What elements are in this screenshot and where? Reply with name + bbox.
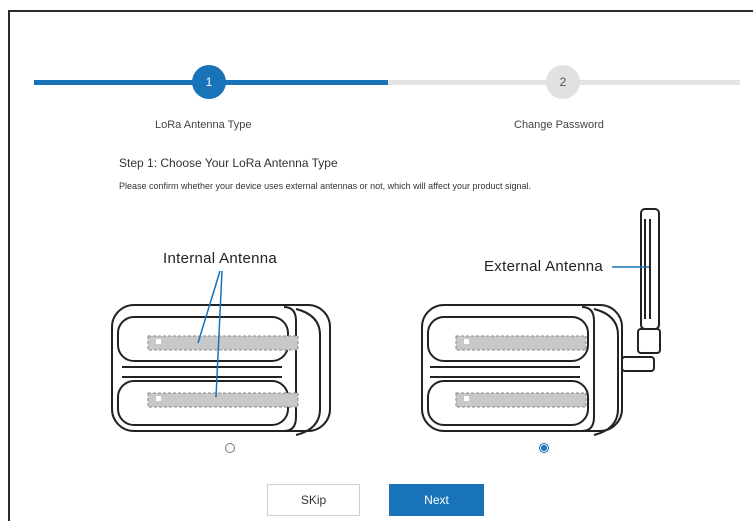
antenna-dot [464,396,469,401]
step-1-label: LoRa Antenna Type [155,119,252,131]
callout-line [197,270,221,344]
external-antenna-label: External Antenna [484,258,604,275]
step-description: Please confirm whether your device uses … [119,181,532,191]
step-2-label: Change Password [514,119,604,131]
antenna-joint [637,328,661,354]
antenna-connector [621,356,655,372]
step-1-indicator[interactable]: 1 [192,65,226,99]
antenna-strip-upper [455,335,587,351]
device-end-cap-outer [593,308,619,436]
antenna-dot [156,396,161,401]
external-antenna-device-illustration[interactable] [416,197,666,442]
internal-antenna-device-illustration[interactable] [108,197,338,442]
step-2-indicator[interactable]: 2 [546,65,580,99]
internal-antenna-radio[interactable] [225,443,235,453]
device-end-cap-outer [295,308,321,436]
step-title: Step 1: Choose Your LoRa Antenna Type [119,156,338,170]
external-antenna-radio[interactable] [539,443,549,453]
internal-antenna-strip-lower [147,392,299,408]
internal-antenna-strip-upper [147,335,299,351]
callout-line [215,270,223,398]
antenna-strip-lower [455,392,587,408]
next-button[interactable]: Next [389,484,484,516]
antenna-dot [464,339,469,344]
antenna-dot [156,339,161,344]
skip-button[interactable]: SKip [267,484,360,516]
internal-antenna-label: Internal Antenna [163,250,278,267]
